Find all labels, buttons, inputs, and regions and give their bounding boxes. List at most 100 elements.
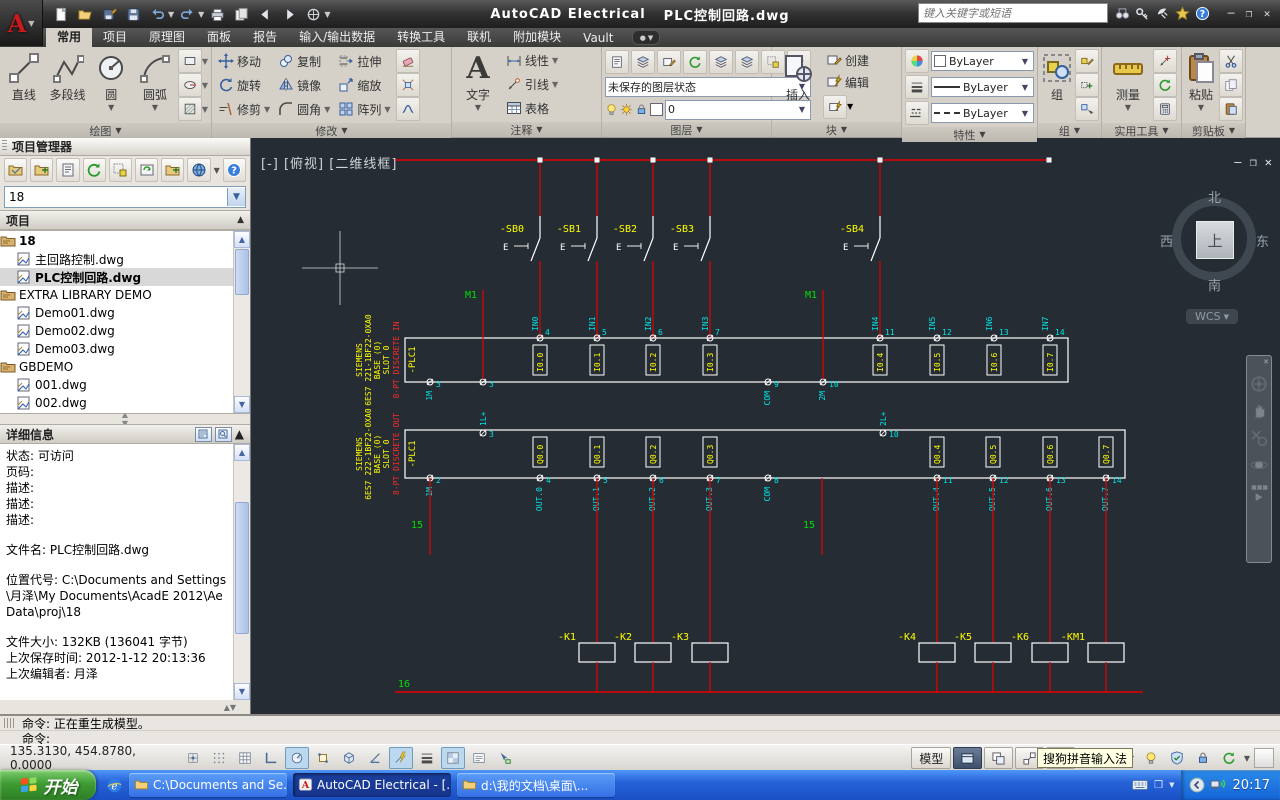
drawing-node[interactable]: PLC控制回路.dwg (0, 268, 233, 286)
sheet-button[interactable] (230, 3, 252, 25)
app-logo-button[interactable]: A ▼ (0, 0, 43, 46)
save-button[interactable] (122, 3, 144, 25)
dim-tool-button[interactable]: 线性 ▼ (503, 51, 598, 70)
binoculars-button[interactable] (1112, 3, 1132, 23)
group-tool-button[interactable]: 组 (1041, 49, 1073, 121)
dropdown-caret-icon[interactable]: ▼ (847, 102, 853, 111)
toggle-ortho[interactable] (259, 747, 283, 769)
restore-toolbar-icon[interactable]: ❐ (1154, 780, 1163, 791)
relay-coil[interactable] (1087, 642, 1125, 663)
pmupdate-button[interactable] (135, 158, 159, 182)
panel-title-layers[interactable]: 图层 ▼ (602, 122, 771, 137)
project-manager-title[interactable]: 项目管理器 (0, 137, 250, 156)
viewcube-east[interactable]: 东 (1256, 231, 1269, 250)
ribbon-tab-输入/输出数据[interactable]: 输入/输出数据 (288, 26, 386, 47)
groupsel-tool-button[interactable] (1075, 97, 1099, 121)
window-minimize-button[interactable]: ─ (1222, 4, 1240, 22)
quickview-drawings-button[interactable] (984, 747, 1014, 769)
paste-tool-button[interactable]: 粘贴 ▼ (1185, 49, 1217, 121)
pmrefresh-tool-button[interactable] (1153, 73, 1177, 97)
viewcube[interactable]: 北 南 西 东 上 (1160, 187, 1269, 294)
command-grip[interactable] (4, 718, 16, 728)
clean-screen-button[interactable] (1254, 748, 1274, 768)
dropdown-caret-icon[interactable]: ▼ (198, 10, 204, 19)
star-button[interactable] (1172, 3, 1192, 23)
internet-explorer-icon[interactable]: e (106, 777, 123, 794)
project-combo[interactable]: 18 ▼ (4, 186, 246, 208)
pmrefresh-tool-button[interactable] (683, 49, 707, 74)
tree-scrollbar[interactable]: ▲ ▼ (233, 231, 250, 413)
drawing-node[interactable]: Demo01.dwg (0, 304, 233, 322)
panel-title-modify[interactable]: 修改 ▼ (212, 123, 451, 138)
toggle-lweight[interactable] (415, 747, 439, 769)
status-menu-caret-icon[interactable]: ▼ (1244, 754, 1250, 763)
dropdown-caret-icon[interactable]: ▼ (168, 10, 174, 19)
language-bar[interactable]: ❐ ▼ (1132, 778, 1175, 792)
object-color-combo[interactable]: ByLayer ▼ (931, 51, 1034, 71)
layers-tool-button[interactable] (631, 49, 655, 74)
orbit-nav-icon[interactable] (1250, 456, 1268, 474)
project-node[interactable]: 18 (0, 232, 233, 250)
command-line-window[interactable]: 命令: 正在重生成模型。 命令: (0, 714, 1280, 746)
pmnew-button[interactable] (30, 158, 54, 182)
pline-tool-button[interactable]: 多段线 (47, 49, 89, 121)
taskbar-clock[interactable]: 20:17 (1233, 778, 1270, 793)
navigation-bar[interactable]: ✕ (1246, 355, 1272, 563)
groupadd-tool-button[interactable] (1075, 73, 1099, 97)
project-combo-dropdown-icon[interactable]: ▼ (227, 188, 245, 206)
pmtask-tool-button[interactable] (605, 49, 629, 74)
project-node[interactable]: EXTRA LIBRARY DEMO (0, 286, 233, 304)
bedit-tool-button[interactable] (823, 94, 847, 119)
arc-tool-button[interactable]: 圆弧 ▼ (134, 49, 176, 121)
idpt-tool-button[interactable] (1153, 49, 1177, 73)
command-prompt-line[interactable]: 命令: (0, 731, 1280, 746)
docs-tool-button[interactable] (1219, 73, 1243, 97)
motion-nav-icon[interactable] (1250, 483, 1268, 501)
viewcube-north[interactable]: 北 (1208, 187, 1221, 206)
relay-coil[interactable] (1031, 642, 1069, 663)
doc-restore-button[interactable]: ❐ (1250, 155, 1257, 169)
back-button[interactable] (254, 3, 276, 25)
line-tool-button[interactable]: 直线 (3, 49, 45, 121)
collapse-arrow-icon[interactable]: ▲ (237, 215, 244, 225)
details-header[interactable]: 详细信息 ▲ (0, 424, 250, 444)
dropdown-caret-icon[interactable]: ▼ (202, 105, 208, 114)
measure-tool-button[interactable]: 测量 ▼ (1105, 49, 1151, 121)
stretch-tool-button[interactable]: 拉伸 (335, 52, 393, 71)
bedit-tool-button[interactable]: 编辑 (823, 73, 898, 92)
viewport-controls[interactable]: [-] [俯视] [二维线框] (261, 153, 397, 172)
help-button[interactable]: ? (1192, 3, 1212, 23)
wcs-menu[interactable]: WCS ▼ (1186, 309, 1238, 324)
hidden-icons-icon[interactable] (1189, 777, 1205, 793)
workspace-button[interactable] (302, 3, 324, 25)
bcreate-tool-button[interactable]: 创建 (823, 51, 898, 70)
window-close-button[interactable]: ✕ (1258, 4, 1276, 22)
pmrefresh-button[interactable] (82, 158, 106, 182)
scroll-down-icon[interactable]: ▼ (234, 396, 250, 413)
lineweight-combo[interactable]: ByLayer ▼ (931, 77, 1034, 97)
ribbon-tab-项目[interactable]: 项目 (92, 26, 138, 47)
join-tool-button[interactable] (395, 97, 420, 121)
start-button[interactable]: 开始 (0, 770, 96, 800)
drawing-canvas[interactable]: E -SB0 E -SB1 E -SB2 E -SB3 E -SB4 SIEMENS 6ES7 221… (251, 137, 1280, 714)
drawing-node[interactable]: 002.dwg (0, 394, 233, 412)
open-button[interactable] (74, 3, 96, 25)
search-input[interactable] (918, 3, 1108, 23)
array-tool-button[interactable]: 阵列 ▼ (335, 100, 393, 119)
lweight-tool-button[interactable] (905, 75, 929, 99)
doc-close-button[interactable]: ✕ (1265, 155, 1272, 169)
taskbar-button[interactable]: d:\我的文档\桌面\... (457, 773, 615, 797)
erase-tool-button[interactable] (395, 49, 420, 73)
bcreate-tool-button[interactable] (657, 49, 681, 74)
zoomx-nav-icon[interactable] (1250, 429, 1268, 447)
network-status-icon[interactable] (1210, 777, 1226, 793)
panel-title-groups[interactable]: 组 ▼ (1038, 123, 1101, 138)
tray-pmrefresh-icon[interactable] (1217, 747, 1241, 769)
pmtask-button[interactable] (56, 158, 80, 182)
projects-header[interactable]: 项目 ▲ (0, 210, 250, 230)
rotate-tool-button[interactable]: 旋转 (215, 76, 273, 95)
pmproj-button[interactable] (4, 158, 28, 182)
pmnew-button[interactable] (161, 158, 185, 182)
viewcube-west[interactable]: 西 (1160, 231, 1173, 250)
wheel-nav-icon[interactable] (1250, 375, 1268, 393)
